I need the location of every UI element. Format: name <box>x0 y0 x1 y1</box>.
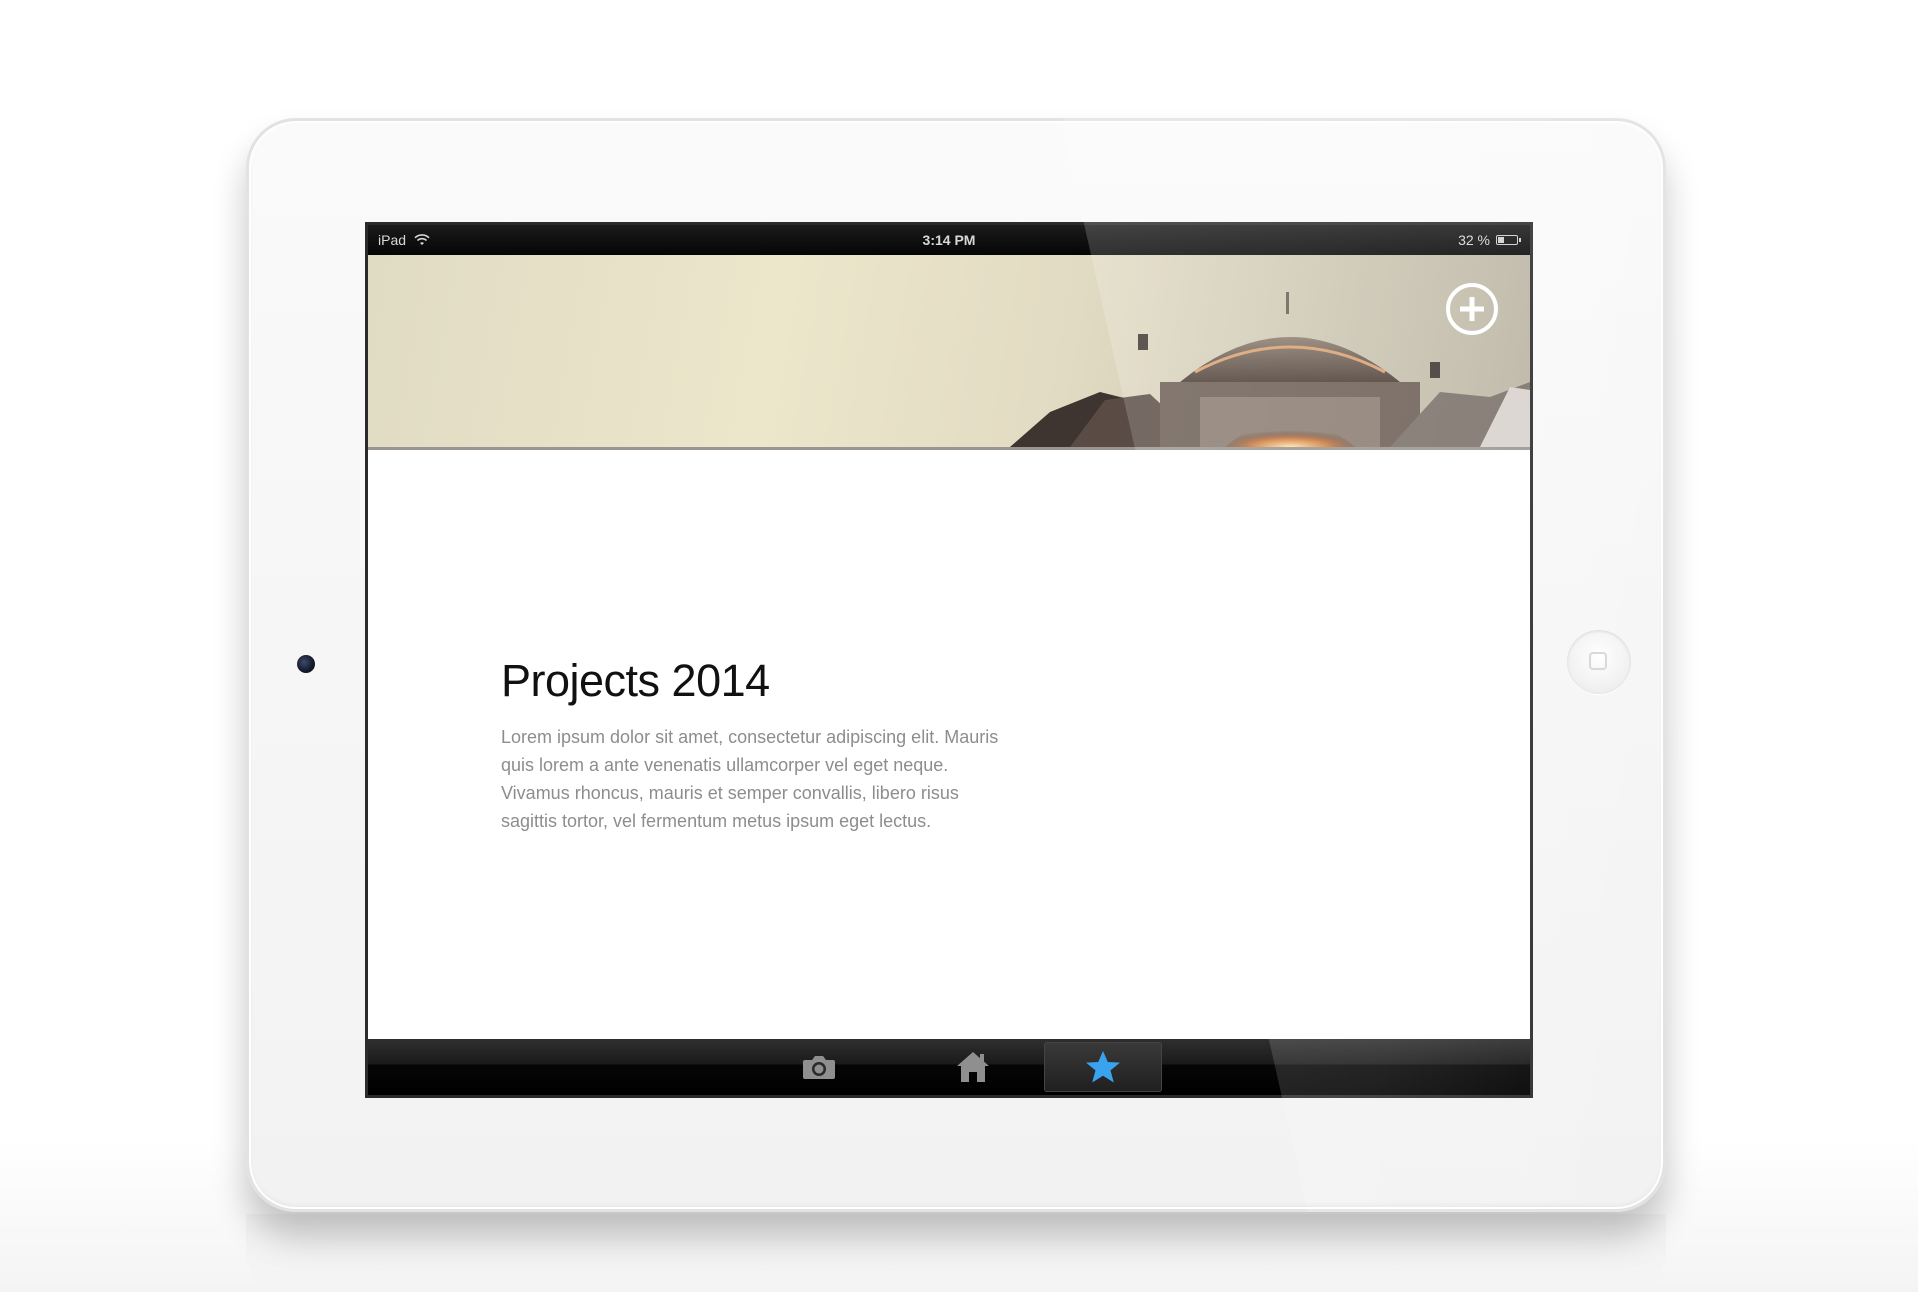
home-icon <box>957 1052 989 1082</box>
main-content: Projects 2014 Lorem ipsum dolor sit amet… <box>501 655 1001 835</box>
tab-camera[interactable] <box>760 1042 878 1092</box>
front-camera <box>297 655 315 673</box>
page-description: Lorem ipsum dolor sit amet, consectetur … <box>501 727 999 831</box>
battery-icon <box>1496 235 1521 245</box>
tab-home[interactable] <box>914 1042 1032 1092</box>
tab-favorites[interactable] <box>1044 1042 1162 1092</box>
star-icon <box>1086 1051 1120 1083</box>
home-button[interactable] <box>1567 630 1631 694</box>
page-title: Projects 2014 <box>501 655 770 706</box>
status-right: 32 % <box>1458 232 1521 248</box>
ipad-reflection <box>246 1214 1666 1292</box>
camera-icon <box>803 1056 835 1079</box>
screen: iPad 3:14 PM 32 % Projects 2014 Lorem ip… <box>365 222 1533 1098</box>
add-button[interactable] <box>1446 283 1498 335</box>
home-button-square-icon <box>1589 652 1607 670</box>
header-banner <box>368 255 1530 450</box>
tab-bar <box>368 1039 1530 1095</box>
status-time: 3:14 PM <box>922 232 976 248</box>
status-bar: iPad 3:14 PM 32 % <box>368 225 1530 255</box>
battery-level <box>1498 237 1504 243</box>
battery-percent: 32 % <box>1458 232 1490 248</box>
